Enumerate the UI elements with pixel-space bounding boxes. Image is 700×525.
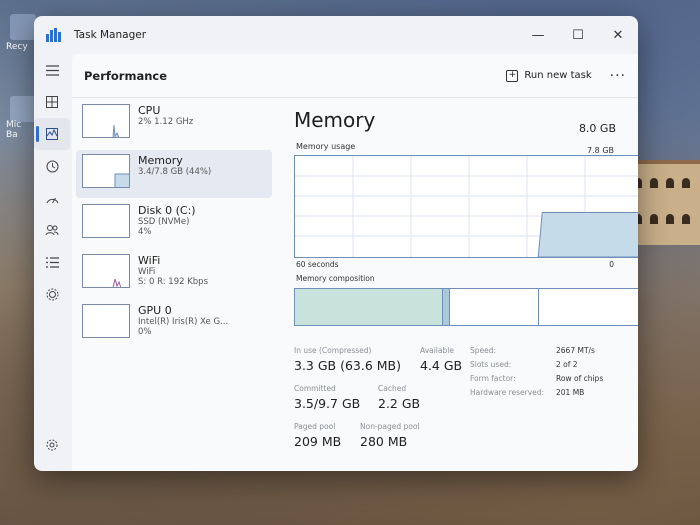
task-manager-app-icon	[46, 28, 62, 42]
memory-composition-label: Memory composition	[296, 274, 375, 283]
spec-value: 2 of 2	[556, 360, 578, 369]
stat-cached: Cached 2.2 GB	[378, 384, 420, 411]
wifi-thumbnail-graph	[82, 254, 130, 288]
stat-committed: Committed 3.5/9.7 GB	[294, 384, 360, 411]
details-icon[interactable]	[34, 246, 70, 278]
stat-paged-pool: Paged pool 209 MB	[294, 422, 341, 449]
recycle-bin-icon[interactable]	[10, 14, 36, 40]
resource-detail: SSD (NVMe)	[138, 217, 190, 228]
gear-icon[interactable]	[34, 429, 70, 461]
startup-icon[interactable]	[34, 182, 70, 214]
resource-detail-2: S: 0 R: 192 Kbps	[138, 277, 209, 288]
spec-value: 201 MB	[556, 388, 585, 397]
stat-nonpaged-pool: Non-paged pool 280 MB	[360, 422, 420, 449]
services-icon[interactable]	[34, 278, 70, 310]
stat-available: Available 4.4 GB	[420, 346, 462, 373]
spec-form-factor: Form factor: Row of chips	[470, 374, 603, 383]
run-new-task-button[interactable]: + Run new task	[506, 69, 592, 82]
edge-label: Mic	[6, 120, 22, 130]
resource-detail: WiFi	[138, 267, 156, 278]
composition-in-use-segment[interactable]	[295, 289, 443, 325]
stat-available-label: Available	[420, 346, 454, 355]
spec-key: Slots used:	[470, 360, 512, 369]
stat-paged-value: 209 MB	[294, 434, 342, 449]
stat-in-use-value: 3.3 GB (63.6 MB)	[294, 358, 402, 373]
spec-key: Form factor:	[470, 374, 516, 383]
title-bar[interactable]: Task Manager — ☐ ✕	[34, 16, 638, 54]
graph-time-axis-label: 60 seconds	[296, 260, 339, 269]
processes-icon[interactable]	[34, 86, 70, 118]
window-title: Task Manager	[74, 29, 147, 41]
spec-key: Hardware reserved:	[470, 388, 545, 397]
stat-available-value: 4.4 GB	[420, 358, 463, 373]
app-history-icon[interactable]	[34, 150, 70, 182]
memory-total: 8.0 GB	[578, 122, 616, 135]
resource-item-gpu[interactable]: GPU 0 Intel(R) Iris(R) Xe G... 0%	[76, 300, 272, 348]
stat-committed-label: Committed	[294, 384, 336, 393]
memory-detail-panel: Memory 8.0 GB Memory usage 7.8 GB 60 sec…	[294, 98, 638, 471]
resource-list: CPU 2% 1.12 GHz Memory 3.4/7.8 GB (44%) …	[72, 98, 276, 471]
performance-content: Performance + Run new task ··· CPU 2% 1.…	[72, 54, 638, 471]
resource-name: CPU	[138, 104, 161, 117]
cpu-thumbnail-graph	[82, 104, 130, 138]
page-title: Performance	[84, 68, 168, 83]
edge-icon[interactable]	[10, 96, 36, 122]
wallpaper-building	[628, 160, 700, 245]
detail-title: Memory	[294, 108, 376, 132]
spec-key: Speed:	[470, 346, 497, 355]
spec-slots: Slots used: 2 of 2	[470, 360, 578, 369]
run-new-task-label: Run new task	[524, 70, 592, 81]
resource-name: GPU 0	[138, 304, 172, 317]
memory-usage-area	[537, 212, 638, 258]
resource-item-cpu[interactable]: CPU 2% 1.12 GHz	[76, 100, 272, 148]
minimize-button[interactable]: —	[518, 16, 558, 54]
close-button[interactable]: ✕	[598, 16, 638, 54]
stat-in-use-label: In use (Compressed)	[294, 346, 372, 355]
stat-nonpaged-value: 280 MB	[360, 434, 408, 449]
resource-item-wifi[interactable]: WiFi WiFi S: 0 R: 192 Kbps	[76, 250, 272, 298]
resource-detail-2: 4%	[138, 227, 152, 238]
resource-name: WiFi	[138, 254, 161, 267]
maximize-button[interactable]: ☐	[558, 16, 598, 54]
spec-speed: Speed: 2667 MT/s	[470, 346, 595, 355]
users-icon[interactable]	[34, 214, 70, 246]
memory-composition-bar	[294, 288, 638, 326]
edge-label-2: Ba	[6, 130, 18, 140]
stat-in-use: In use (Compressed) 3.3 GB (63.6 MB)	[294, 346, 401, 373]
composition-modified-segment[interactable]	[442, 289, 450, 325]
resource-detail: Intel(R) Iris(R) Xe G...	[138, 317, 229, 328]
resource-detail: 2% 1.12 GHz	[138, 117, 194, 128]
spec-value: 2667 MT/s	[556, 346, 595, 355]
hamburger-icon[interactable]	[34, 54, 70, 86]
run-task-icon: +	[506, 69, 519, 82]
memory-usage-label: Memory usage	[296, 142, 356, 151]
composition-free-segment[interactable]	[539, 289, 638, 325]
gpu-thumbnail-graph	[82, 304, 130, 338]
disk-thumbnail-graph	[82, 204, 130, 238]
resource-detail-2: 0%	[138, 327, 152, 338]
resource-item-disk[interactable]: Disk 0 (C:) SSD (NVMe) 4%	[76, 200, 272, 248]
performance-icon[interactable]	[34, 118, 70, 150]
resource-name: Disk 0 (C:)	[138, 204, 196, 217]
spec-value: Row of chips	[556, 374, 604, 383]
stat-nonpaged-label: Non-paged pool	[360, 422, 420, 431]
spec-hardware-reserved: Hardware reserved: 201 MB	[470, 388, 584, 397]
stat-committed-value: 3.5/9.7 GB	[294, 396, 361, 411]
task-manager-window: Task Manager — ☐ ✕ Performance + Run new…	[34, 16, 638, 471]
stat-cached-value: 2.2 GB	[378, 396, 421, 411]
memory-usage-max: 7.8 GB	[587, 146, 614, 155]
resource-detail: 3.4/7.8 GB (44%)	[138, 167, 212, 178]
resource-name: Memory	[138, 154, 183, 167]
graph-zero-label: 0	[609, 260, 614, 269]
composition-standby-segment[interactable]	[450, 289, 540, 325]
more-options-icon[interactable]: ···	[610, 68, 626, 84]
stat-cached-label: Cached	[378, 384, 407, 393]
resource-item-memory[interactable]: Memory 3.4/7.8 GB (44%)	[76, 150, 272, 198]
navigation-rail	[34, 54, 70, 471]
recycle-bin-label: Recy	[6, 42, 28, 52]
page-header: Performance + Run new task ···	[72, 54, 638, 98]
memory-thumbnail-graph	[82, 154, 130, 188]
stat-paged-label: Paged pool	[294, 422, 336, 431]
memory-usage-graph	[294, 155, 638, 258]
